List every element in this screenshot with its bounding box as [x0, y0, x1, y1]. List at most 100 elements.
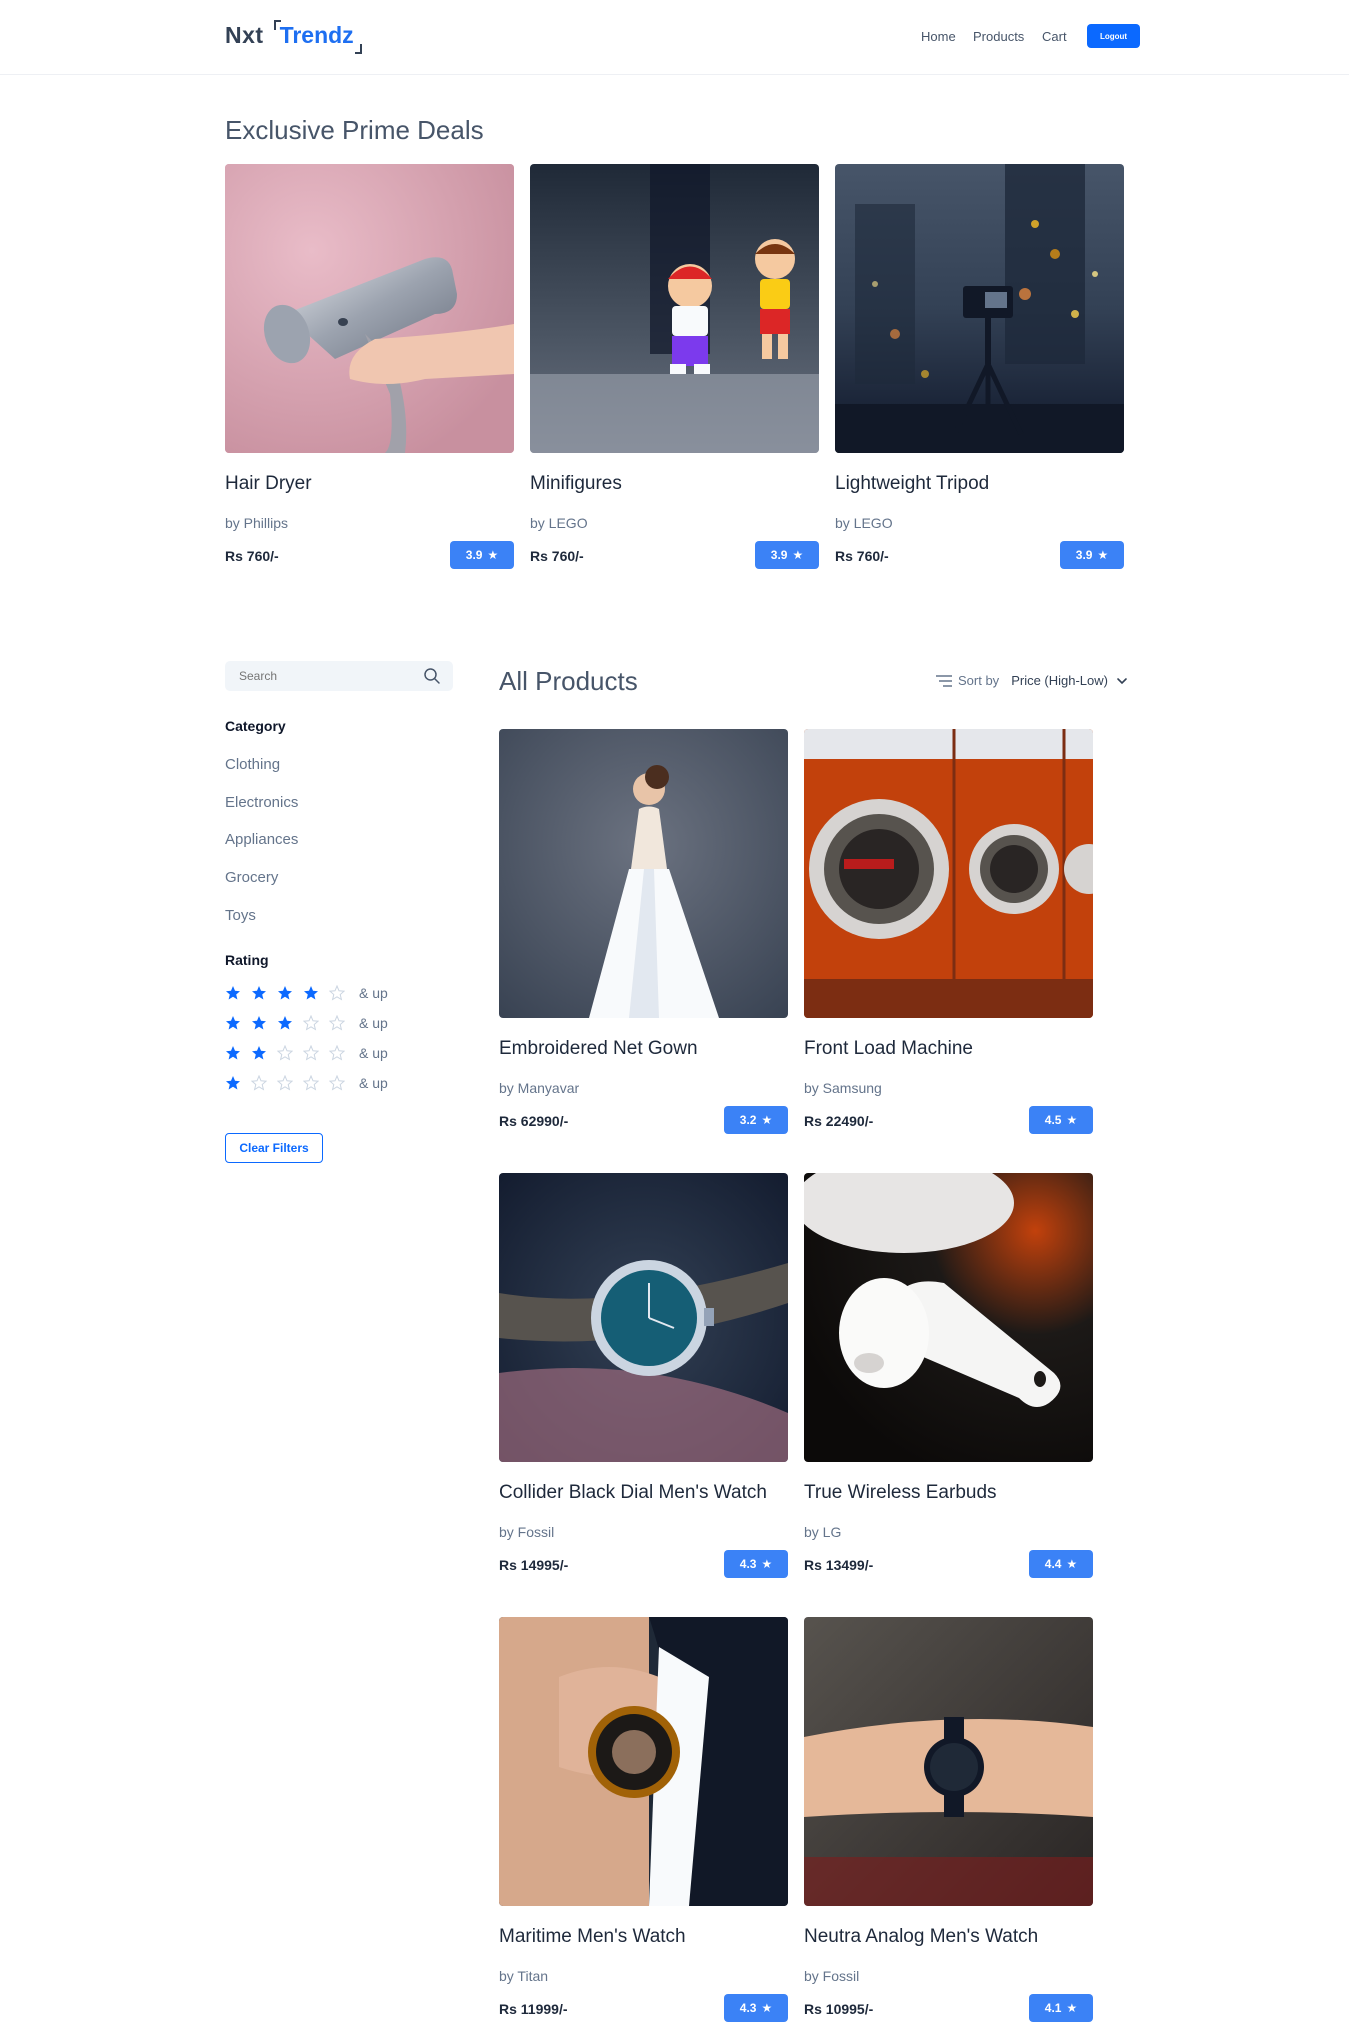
logout-button[interactable]: Logout: [1087, 24, 1140, 48]
nav-home-link[interactable]: Home: [921, 29, 956, 44]
product-footer: Rs 760/- 3.9 ★: [835, 541, 1124, 569]
rating-filter-1[interactable]: & up: [225, 1075, 388, 1091]
product-title: Maritime Men's Watch: [499, 1926, 686, 1947]
product-brand: by Manyavar: [499, 1080, 580, 1096]
product-brand: by Titan: [499, 1968, 549, 1984]
star-empty-icon: [329, 1075, 345, 1091]
rating-badge: 4.4 ★: [1029, 1550, 1093, 1578]
gown-image: [499, 729, 788, 1018]
brand-logo[interactable]: Nxt Trendz: [225, 18, 362, 54]
product-footer: Rs 760/- 3.9 ★: [530, 541, 819, 569]
product-footer: Rs 14995/- 4.3 ★: [499, 1550, 788, 1578]
star-icon: ★: [761, 1113, 773, 1127]
category-item-clothing[interactable]: Clothing: [225, 756, 280, 773]
star-empty-icon: [329, 1045, 345, 1061]
washing-machine-image: [804, 729, 1093, 1018]
star-filled-icon: [304, 986, 318, 1000]
product-footer: Rs 10995/- 4.1 ★: [804, 1994, 1093, 2022]
rating-badge: 3.9 ★: [450, 541, 514, 569]
watch-image: [499, 1173, 788, 1462]
star-icon: ★: [792, 548, 804, 562]
prime-product-card[interactable]: Minifigures by LEGO Rs 760/- 3.9 ★: [530, 164, 819, 569]
product-brand: by Fossil: [499, 1524, 555, 1540]
product-footer: Rs 22490/- 4.5 ★: [804, 1106, 1093, 1134]
rating-stars: [225, 1075, 345, 1091]
rating-suffix: & up: [359, 1075, 388, 1091]
logo-nxt-text: Nxt: [225, 22, 264, 48]
star-filled-icon: [226, 1046, 240, 1060]
rating-stars: [225, 985, 345, 1001]
rating-value: 4.5: [1044, 1113, 1062, 1127]
product-title: Lightweight Tripod: [835, 473, 990, 494]
rating-filter-3[interactable]: & up: [225, 1015, 388, 1031]
prime-product-card[interactable]: Hair Dryer by Phillips Rs 760/- 3.9 ★: [225, 164, 514, 569]
product-card[interactable]: Embroidered Net Gown by Manyavar Rs 6299…: [499, 729, 788, 1134]
product-price: Rs 62990/-: [499, 1113, 569, 1129]
prime-product-card[interactable]: Lightweight Tripod by LEGO Rs 760/- 3.9 ★: [835, 164, 1124, 569]
product-brand: by Fossil: [804, 1968, 860, 1984]
star-filled-icon: [252, 1016, 266, 1030]
chevron-down-icon: [1117, 677, 1127, 684]
category-item-grocery[interactable]: Grocery: [225, 869, 278, 886]
star-empty-icon: [303, 1015, 319, 1031]
rating-suffix: & up: [359, 985, 388, 1001]
logo-trendz-label: Trendz: [279, 22, 354, 48]
star-empty-icon: [251, 1075, 267, 1091]
star-filled-icon: [252, 986, 266, 1000]
earbuds-image: [804, 1173, 1093, 1462]
star-filled-icon: [278, 986, 292, 1000]
star-empty-icon: [329, 1015, 345, 1031]
product-price: Rs 760/-: [530, 548, 584, 564]
maritime-watch-image: [499, 1617, 788, 1906]
star-filled-icon: [226, 986, 240, 1000]
star-empty-icon: [303, 1075, 319, 1091]
nav-cart-link[interactable]: Cart: [1042, 29, 1067, 44]
sort-select[interactable]: Price (High-Low): [1011, 673, 1108, 688]
rating-badge: 4.1 ★: [1029, 1994, 1093, 2022]
product-title: Hair Dryer: [225, 473, 312, 494]
nav-products-link[interactable]: Products: [973, 29, 1024, 44]
category-heading: Category: [225, 718, 286, 734]
rating-badge: 3.9 ★: [1060, 541, 1124, 569]
product-price: Rs 13499/-: [804, 1557, 874, 1573]
category-item-toys[interactable]: Toys: [225, 907, 256, 924]
rating-badge: 4.3 ★: [724, 1994, 788, 2022]
product-card[interactable]: Maritime Men's Watch by Titan Rs 11999/-…: [499, 1617, 788, 2022]
logo-bracket-top-left: [273, 20, 281, 30]
rating-suffix: & up: [359, 1015, 388, 1031]
rating-filter-2[interactable]: & up: [225, 1045, 388, 1061]
star-empty-icon: [303, 1045, 319, 1061]
minifigures-image: [530, 164, 819, 453]
search-icon[interactable]: [423, 667, 441, 685]
product-title: Collider Black Dial Men's Watch: [499, 1482, 767, 1503]
star-icon: ★: [1066, 1557, 1078, 1571]
product-footer: Rs 62990/- 3.2 ★: [499, 1106, 788, 1134]
star-icon: ★: [761, 1557, 773, 1571]
star-icon: ★: [1097, 548, 1109, 562]
sort-control[interactable]: Sort by Price (High-Low): [936, 673, 1128, 688]
product-footer: Rs 760/- 3.9 ★: [225, 541, 514, 569]
star-icon: ★: [761, 2001, 773, 2015]
star-empty-icon: [277, 1045, 293, 1061]
sort-icon: [936, 674, 952, 687]
rating-value: 3.2: [739, 1113, 757, 1127]
category-item-appliances[interactable]: Appliances: [225, 831, 298, 848]
rating-filter-4[interactable]: & up: [225, 985, 388, 1001]
product-footer: Rs 13499/- 4.4 ★: [804, 1550, 1093, 1578]
rating-value: 4.1: [1044, 2001, 1062, 2015]
product-brand: by LG: [804, 1524, 842, 1540]
clear-filters-button[interactable]: Clear Filters: [225, 1133, 323, 1163]
category-item-electronics[interactable]: Electronics: [225, 794, 298, 811]
search-input[interactable]: [225, 661, 415, 691]
product-brand: by LEGO: [530, 515, 588, 531]
product-card[interactable]: Neutra Analog Men's Watch by Fossil Rs 1…: [804, 1617, 1093, 2022]
star-filled-icon: [226, 1016, 240, 1030]
star-filled-icon: [278, 1016, 292, 1030]
product-card[interactable]: Front Load Machine by Samsung Rs 22490/-…: [804, 729, 1093, 1134]
product-card[interactable]: Collider Black Dial Men's Watch by Fossi…: [499, 1173, 788, 1578]
rating-value: 3.9: [465, 548, 483, 562]
product-brand: by Phillips: [225, 515, 289, 531]
product-price: Rs 22490/-: [804, 1113, 874, 1129]
star-icon: ★: [487, 548, 499, 562]
product-card[interactable]: True Wireless Earbuds by LG Rs 13499/- 4…: [804, 1173, 1093, 1578]
